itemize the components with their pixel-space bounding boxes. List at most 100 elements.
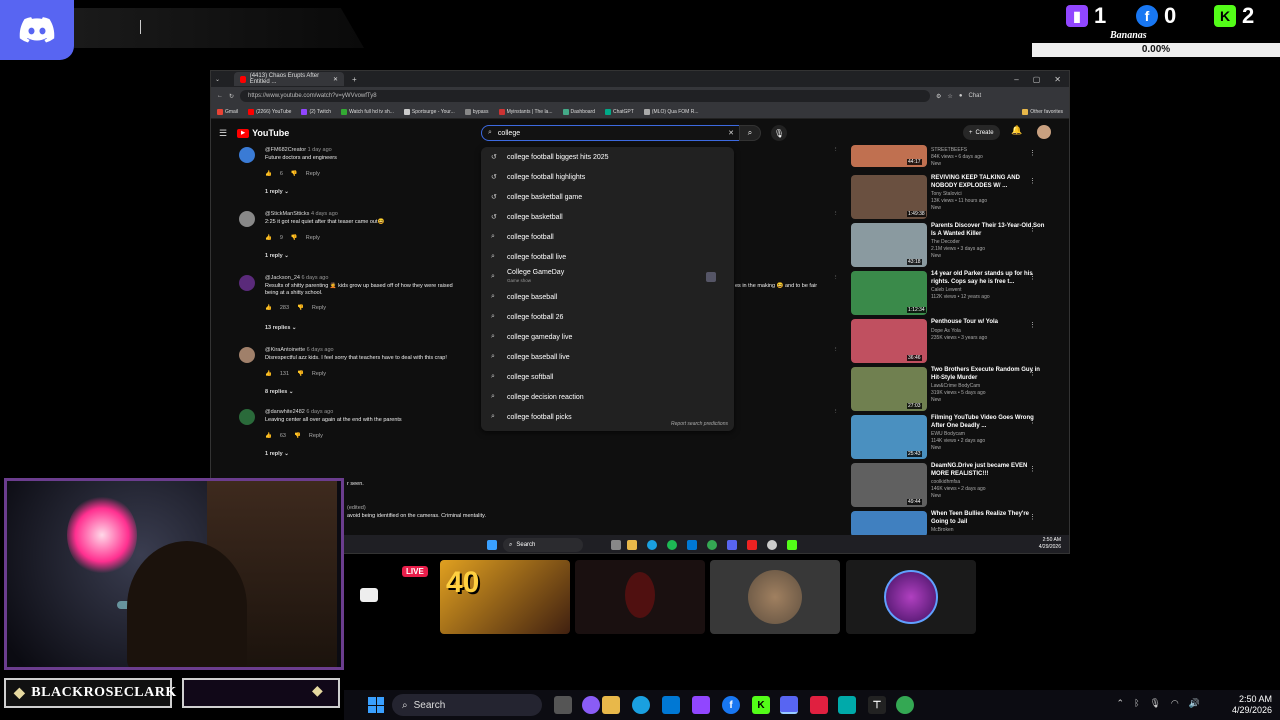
suggestion-item[interactable]: ↺ college basketball game bbox=[481, 187, 734, 207]
taskbar-clock[interactable]: 2:50 AM 4/29/2026 bbox=[1232, 694, 1272, 716]
suggestion-item[interactable]: ↺ college football highlights bbox=[481, 167, 734, 187]
suggestion-item[interactable]: ⌕ college football live bbox=[481, 247, 734, 267]
bookmark-item[interactable]: Myinstants | The la... bbox=[498, 108, 553, 115]
tab-list-icon[interactable]: ⌄ bbox=[215, 76, 220, 83]
capcut-icon[interactable]: ⊤ bbox=[868, 696, 886, 714]
copilot-icon[interactable] bbox=[582, 696, 600, 714]
related-video[interactable]: 1:49:38 REVIVING KEEP TALKING AND NOBODY… bbox=[851, 175, 1061, 221]
file-explorer-icon[interactable] bbox=[602, 696, 620, 714]
suggestion-item[interactable]: ⌕ college football 26 bbox=[481, 307, 734, 327]
more-icon[interactable]: ⋮ bbox=[833, 347, 839, 353]
youtube-logo[interactable]: ▶ YouTube bbox=[237, 128, 289, 138]
bookmark-item[interactable]: bypass bbox=[464, 108, 489, 115]
microphone-icon[interactable]: 🎙 bbox=[1149, 698, 1160, 709]
avatar[interactable] bbox=[239, 275, 255, 291]
more-icon[interactable]: ⋮ bbox=[1029, 321, 1036, 329]
view-replies-button[interactable]: 1 reply ⌄ bbox=[265, 253, 289, 259]
search-button[interactable]: ⌕ bbox=[739, 125, 761, 141]
suggestion-item[interactable]: ↺ college basketball bbox=[481, 207, 734, 227]
extensions-icon[interactable]: ⚙ bbox=[936, 93, 941, 100]
adobe-icon[interactable] bbox=[810, 696, 828, 714]
profile-icon[interactable]: ● bbox=[959, 93, 963, 99]
report-search-predictions[interactable]: Report search predictions bbox=[671, 421, 728, 427]
obs-icon[interactable] bbox=[767, 540, 777, 550]
suggestion-item[interactable]: ⌕ college baseball bbox=[481, 287, 734, 307]
comment-author[interactable]: @StickManStticks 4 days ago bbox=[265, 211, 338, 217]
related-video[interactable]: 25:43 Filming YouTube Video Goes Wrong A… bbox=[851, 415, 1061, 461]
chrome-icon[interactable] bbox=[896, 696, 914, 714]
twitch-icon[interactable] bbox=[692, 696, 710, 714]
more-icon[interactable]: ⋮ bbox=[833, 275, 839, 281]
dislike-icon[interactable]: 👎 bbox=[297, 305, 304, 311]
suggestion-item[interactable]: ⌕ college baseball live bbox=[481, 347, 734, 367]
view-replies-button[interactable]: 1 reply ⌄ bbox=[265, 189, 289, 195]
comment-author[interactable]: @KiraAntoinette 6 days ago bbox=[265, 347, 334, 353]
volume-icon[interactable]: 🔊 bbox=[1189, 698, 1200, 709]
windows-start-icon[interactable] bbox=[487, 540, 497, 550]
more-icon[interactable]: ⋮ bbox=[1029, 513, 1036, 521]
more-icon[interactable]: ⋮ bbox=[833, 147, 839, 153]
bookmark-item[interactable]: (2266) YouTube bbox=[248, 108, 291, 115]
create-button[interactable]: + Create bbox=[963, 125, 1000, 140]
comment-author[interactable]: @FM682Creator 1 day ago bbox=[265, 147, 332, 153]
url-field[interactable]: https://www.youtube.com/watch?v=yWVvowfT… bbox=[240, 90, 931, 102]
reply-button[interactable]: Reply bbox=[309, 433, 323, 439]
reply-button[interactable]: Reply bbox=[312, 371, 326, 377]
stream-tile[interactable] bbox=[575, 560, 705, 634]
close-window-icon[interactable]: ✕ bbox=[1054, 75, 1061, 84]
chevron-up-icon[interactable]: ⌃ bbox=[1117, 698, 1125, 709]
file-explorer-icon[interactable] bbox=[627, 540, 637, 550]
inner-search-box[interactable]: ⌕ Search bbox=[503, 538, 583, 552]
comment-author[interactable]: @danwhite2482 6 days ago bbox=[265, 409, 333, 415]
facebook-icon[interactable]: f bbox=[722, 696, 740, 714]
like-icon[interactable]: 👍 bbox=[265, 433, 272, 439]
avatar[interactable] bbox=[239, 211, 255, 227]
reply-button[interactable]: Reply bbox=[306, 235, 320, 241]
more-icon[interactable]: ⋮ bbox=[833, 211, 839, 217]
minimize-icon[interactable]: – bbox=[1014, 75, 1018, 84]
stream-tile[interactable]: 40 bbox=[440, 560, 570, 634]
reload-icon[interactable]: ↻ bbox=[229, 93, 234, 100]
store-icon[interactable] bbox=[662, 696, 680, 714]
other-favorites[interactable]: Other favorites bbox=[1022, 108, 1063, 115]
more-icon[interactable]: ⋮ bbox=[833, 409, 839, 415]
back-icon[interactable]: ← bbox=[217, 93, 223, 99]
reply-button[interactable]: Reply bbox=[306, 171, 320, 177]
task-view-icon[interactable] bbox=[554, 696, 572, 714]
bluetooth-icon[interactable]: ᛒ bbox=[1134, 698, 1139, 709]
new-tab-icon[interactable]: + bbox=[352, 75, 357, 84]
bookmark-item[interactable]: Dashboard bbox=[562, 108, 595, 115]
chat-label[interactable]: Chat bbox=[968, 93, 981, 99]
more-icon[interactable]: ⋮ bbox=[1029, 273, 1036, 281]
related-video[interactable]: 49:44 DeamNG.Drive just became EVEN MORE… bbox=[851, 463, 1061, 509]
discord-icon[interactable] bbox=[780, 696, 798, 714]
more-icon[interactable]: ⋮ bbox=[1029, 149, 1036, 157]
taskbar-search[interactable]: ⌕ Search bbox=[392, 694, 542, 716]
avatar[interactable] bbox=[239, 347, 255, 363]
more-icon[interactable]: ⋮ bbox=[1029, 369, 1036, 377]
comment-author[interactable]: @Jackson_24 6 days ago bbox=[265, 275, 328, 281]
bookmark-item[interactable]: (MLO) Qua FOM R... bbox=[643, 108, 699, 115]
more-icon[interactable]: ⋮ bbox=[1029, 465, 1036, 473]
video-thumbnail[interactable] bbox=[851, 511, 927, 537]
stream-tile[interactable] bbox=[846, 560, 976, 634]
related-video[interactable]: 43:18 Parents Discover Their 13-Year-Old… bbox=[851, 223, 1061, 269]
task-view-icon[interactable] bbox=[611, 540, 621, 550]
stream-tile[interactable] bbox=[710, 560, 840, 634]
dislike-icon[interactable]: 👎 bbox=[291, 171, 298, 177]
spotify-icon[interactable] bbox=[667, 540, 677, 550]
related-video[interactable]: 36:46 Penthouse Tour w/ Yola Dope As Yol… bbox=[851, 319, 1061, 365]
suggestion-item[interactable]: ↺ college football biggest hits 2025 bbox=[481, 147, 734, 167]
bookmark-item[interactable]: Sportsurge - Your... bbox=[403, 108, 455, 115]
avatar[interactable] bbox=[239, 147, 255, 163]
store-icon[interactable] bbox=[687, 540, 697, 550]
bookmark-item[interactable]: (2) Twitch bbox=[301, 108, 331, 115]
dislike-icon[interactable]: 👎 bbox=[291, 235, 298, 241]
suggestion-item[interactable]: ⌕ College GameDay Game show bbox=[481, 267, 734, 287]
suggestion-item[interactable]: ⌕ college gameday live bbox=[481, 327, 734, 347]
reply-button[interactable]: Reply bbox=[312, 305, 326, 311]
more-icon[interactable]: ⋮ bbox=[1029, 225, 1036, 233]
menu-icon[interactable]: ☰ bbox=[219, 128, 227, 139]
close-tab-icon[interactable]: ✕ bbox=[333, 76, 338, 83]
maximize-icon[interactable]: ▢ bbox=[1033, 75, 1041, 84]
